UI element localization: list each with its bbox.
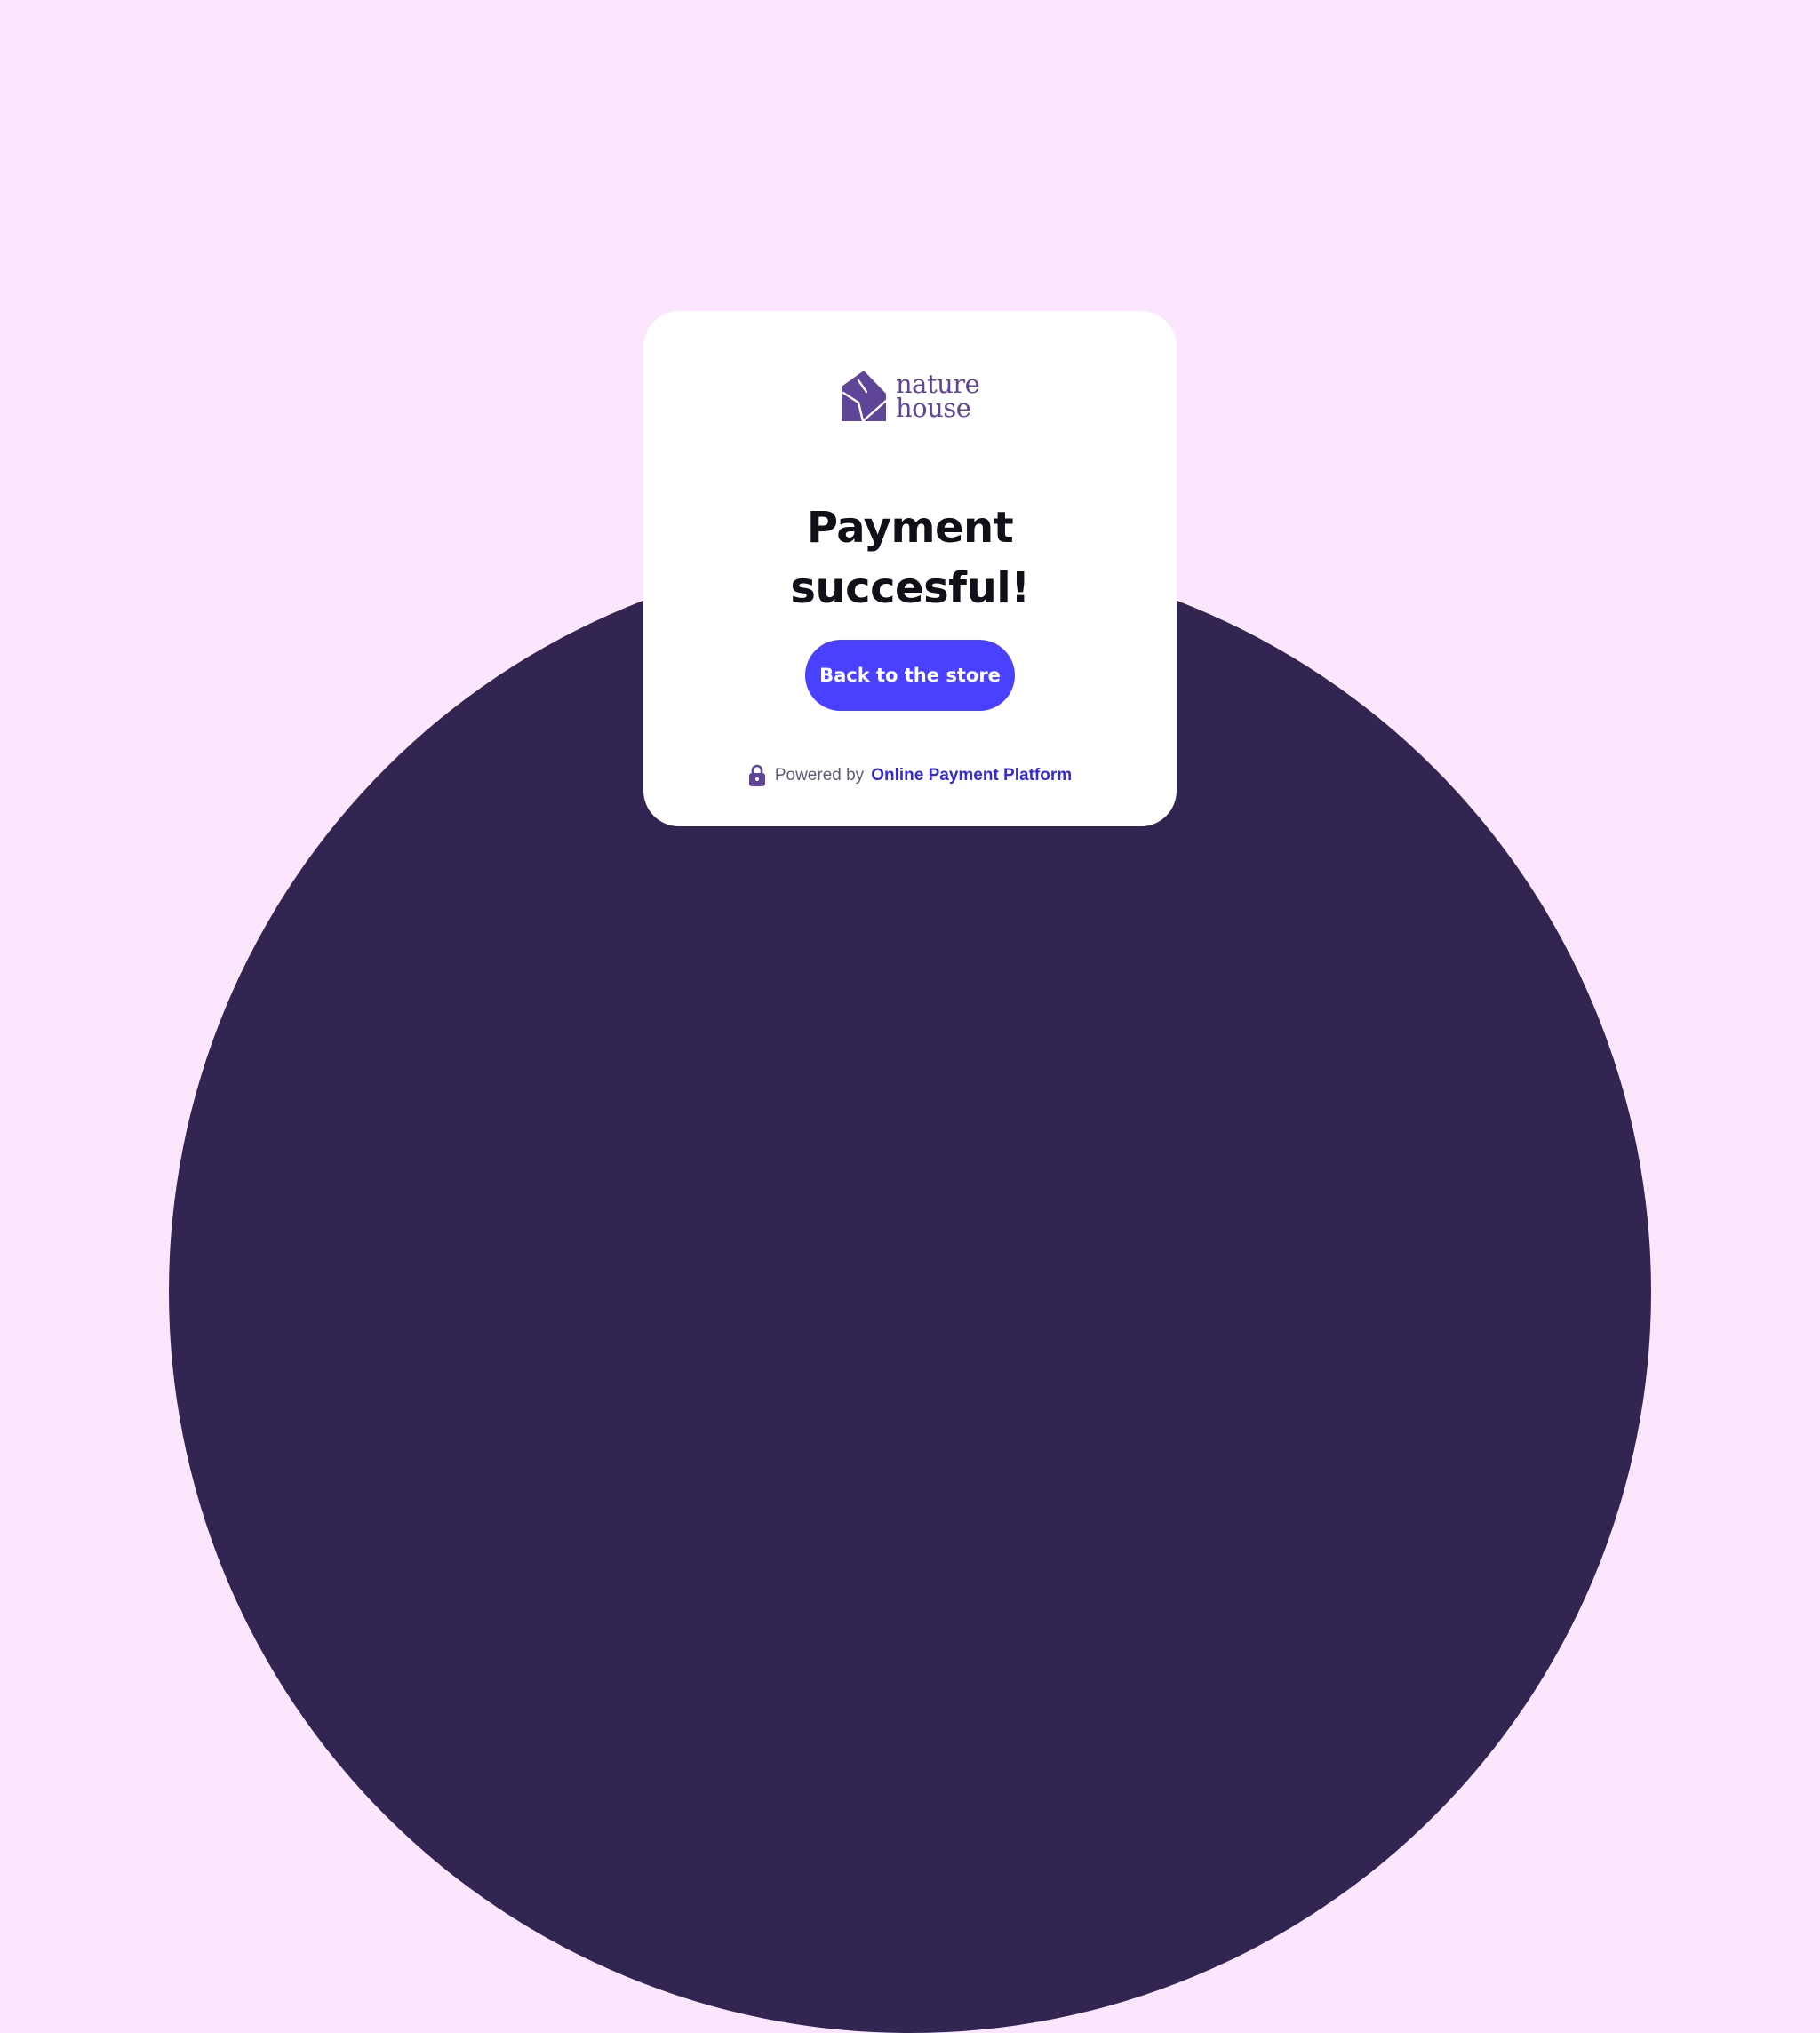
title-line-payment: Payment	[806, 503, 1014, 553]
powered-by-label: Powered by	[774, 766, 865, 785]
title-line-successful: succesful!	[790, 563, 1030, 613]
lock-icon	[748, 764, 765, 786]
powered-by-footer: Powered by Online Payment Platform	[643, 762, 1177, 789]
logo-word-house: house	[896, 393, 971, 423]
payment-success-card: nature house Payment succesful! Back to …	[643, 311, 1177, 826]
house-leaf-icon	[842, 371, 888, 423]
back-to-store-button[interactable]: Back to the store	[805, 640, 1015, 711]
payment-status-title: Payment succesful!	[643, 498, 1177, 618]
payment-platform-link[interactable]: Online Payment Platform	[871, 766, 1072, 785]
nature-house-logo: nature house	[839, 368, 986, 425]
logo-wordmark: nature house	[896, 371, 980, 423]
